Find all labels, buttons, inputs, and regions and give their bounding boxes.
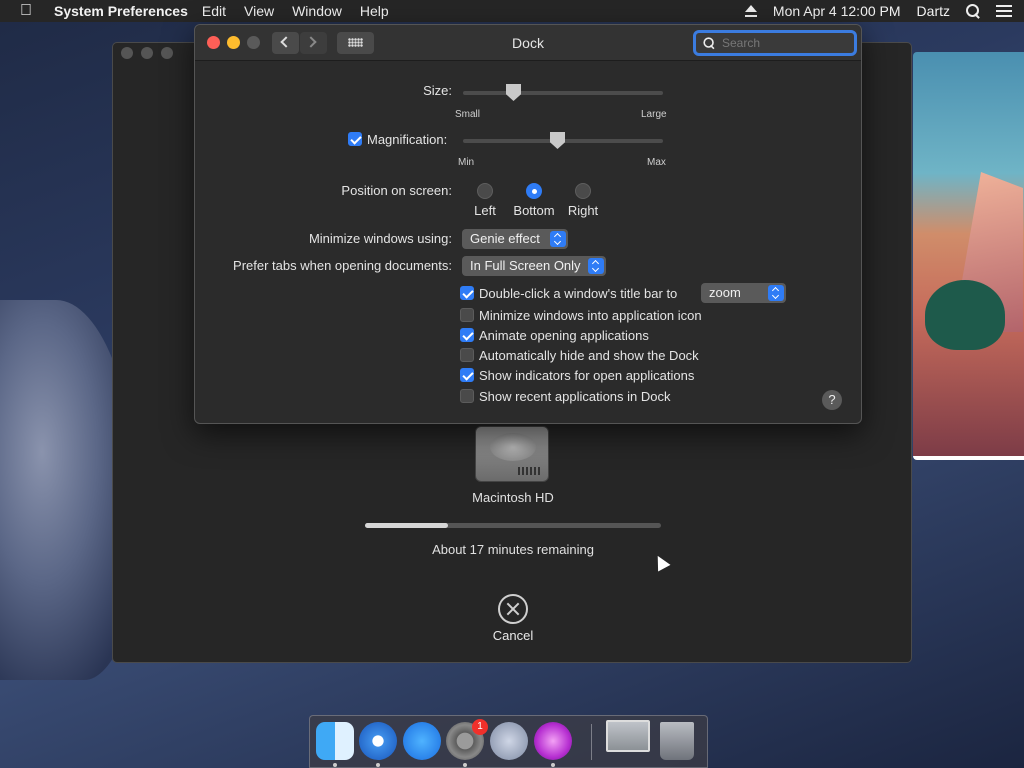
position-left-radio[interactable] bbox=[477, 183, 493, 199]
spotlight-icon[interactable] bbox=[966, 4, 980, 18]
autohide-dock-checkbox[interactable] bbox=[460, 348, 474, 362]
position-right-label: Right bbox=[567, 203, 599, 218]
double-click-action-value: zoom bbox=[709, 285, 741, 300]
position-label: Position on screen: bbox=[341, 183, 452, 198]
size-max-label: Large bbox=[641, 109, 667, 120]
forward-button[interactable] bbox=[300, 32, 327, 54]
help-button[interactable]: ? bbox=[822, 390, 842, 410]
time-remaining: About 17 minutes remaining bbox=[432, 542, 594, 557]
apple-icon[interactable]:  bbox=[12, 2, 40, 20]
notification-badge: 1 bbox=[472, 719, 488, 735]
dock-separator bbox=[591, 724, 592, 760]
minimize-button[interactable] bbox=[227, 36, 240, 49]
size-min-label: Small bbox=[455, 109, 481, 120]
menu-view[interactable]: View bbox=[244, 3, 274, 19]
size-label: Size: bbox=[423, 83, 452, 98]
show-recent-label: Show recent applications in Dock bbox=[479, 389, 671, 404]
menu-user[interactable]: Dartz bbox=[917, 3, 950, 19]
cancel-icon bbox=[498, 594, 528, 624]
magnification-label: Magnification: bbox=[367, 132, 448, 147]
menu-clock[interactable]: Mon Apr 4 12:00 PM bbox=[773, 3, 901, 19]
trash-icon[interactable] bbox=[660, 722, 694, 760]
menu-bar:  System Preferences Edit View Window He… bbox=[0, 0, 1024, 22]
minimize-into-icon-label: Minimize windows into application icon bbox=[479, 308, 702, 323]
popup-arrows-icon bbox=[550, 231, 566, 247]
size-slider-knob[interactable] bbox=[506, 84, 521, 101]
show-all-button[interactable] bbox=[337, 32, 374, 54]
show-indicators-checkbox[interactable] bbox=[460, 368, 474, 382]
cancel-label: Cancel bbox=[492, 628, 534, 643]
minimize-effect-popup[interactable]: Genie effect bbox=[462, 229, 568, 249]
search-icon bbox=[703, 37, 714, 48]
position-right-radio[interactable] bbox=[575, 183, 591, 199]
running-indicator bbox=[551, 763, 555, 767]
menu-help[interactable]: Help bbox=[360, 3, 389, 19]
double-click-action-popup[interactable]: zoom bbox=[701, 283, 786, 303]
double-click-checkbox[interactable] bbox=[460, 286, 474, 300]
minimize-button[interactable] bbox=[141, 47, 153, 59]
popup-arrows-icon bbox=[588, 258, 604, 274]
chevron-right-icon bbox=[305, 36, 317, 48]
magnification-slider-knob[interactable] bbox=[550, 132, 565, 149]
eject-icon[interactable] bbox=[744, 5, 757, 17]
search-input[interactable] bbox=[722, 36, 842, 50]
running-indicator bbox=[376, 763, 380, 767]
hard-disk-icon bbox=[475, 426, 549, 482]
progress-fill bbox=[365, 523, 448, 528]
prefer-tabs-popup[interactable]: In Full Screen Only bbox=[462, 256, 606, 276]
running-indicator bbox=[463, 763, 467, 767]
dock: 1 bbox=[309, 715, 708, 768]
running-indicator bbox=[333, 763, 337, 767]
magnification-min-label: Min bbox=[458, 157, 475, 168]
double-click-label: Double-click a window's title bar to bbox=[479, 286, 678, 301]
minimize-effect-value: Genie effect bbox=[470, 231, 540, 246]
chevron-left-icon bbox=[280, 36, 292, 48]
cancel-button[interactable]: Cancel bbox=[483, 594, 543, 643]
popup-arrows-icon bbox=[768, 285, 784, 301]
zoom-button[interactable] bbox=[247, 36, 260, 49]
preview-document-icon[interactable] bbox=[606, 720, 650, 752]
notification-center-icon[interactable] bbox=[996, 5, 1012, 17]
show-recent-checkbox[interactable] bbox=[460, 389, 474, 403]
menu-edit[interactable]: Edit bbox=[202, 3, 226, 19]
prefer-tabs-value: In Full Screen Only bbox=[470, 258, 581, 273]
show-indicators-label: Show indicators for open applications bbox=[479, 368, 695, 383]
grid-icon bbox=[348, 38, 363, 47]
animate-opening-label: Animate opening applications bbox=[479, 328, 649, 343]
install-progress-bar bbox=[365, 523, 661, 528]
close-button[interactable] bbox=[121, 47, 133, 59]
menu-app-name[interactable]: System Preferences bbox=[54, 3, 188, 19]
size-slider[interactable] bbox=[463, 84, 663, 101]
back-button[interactable] bbox=[272, 32, 299, 54]
autohide-dock-label: Automatically hide and show the Dock bbox=[479, 348, 699, 363]
minimize-into-icon-checkbox[interactable] bbox=[460, 308, 474, 322]
search-field[interactable] bbox=[693, 30, 857, 56]
install-macos-icon[interactable] bbox=[534, 722, 572, 760]
minimize-using-label: Minimize windows using: bbox=[308, 231, 452, 246]
app-store-icon[interactable] bbox=[403, 722, 441, 760]
magnification-slider[interactable] bbox=[463, 132, 663, 149]
magnification-max-label: Max bbox=[647, 157, 666, 168]
animate-opening-checkbox[interactable] bbox=[460, 328, 474, 342]
launchpad-icon[interactable] bbox=[490, 722, 528, 760]
menu-window[interactable]: Window bbox=[292, 3, 342, 19]
magnification-checkbox[interactable] bbox=[348, 132, 362, 146]
prefer-tabs-label: Prefer tabs when opening documents: bbox=[233, 258, 452, 273]
zoom-button[interactable] bbox=[161, 47, 173, 59]
position-bottom-radio[interactable] bbox=[526, 183, 542, 199]
safari-icon[interactable] bbox=[359, 722, 397, 760]
disk-label: Macintosh HD bbox=[472, 490, 554, 505]
dock-preferences-window: Dock Size: Small Large Magnification: Mi… bbox=[194, 24, 862, 424]
window-titlebar: Dock bbox=[195, 25, 861, 61]
finder-icon[interactable] bbox=[316, 722, 354, 760]
wallpaper-preview bbox=[913, 52, 1024, 460]
close-button[interactable] bbox=[207, 36, 220, 49]
